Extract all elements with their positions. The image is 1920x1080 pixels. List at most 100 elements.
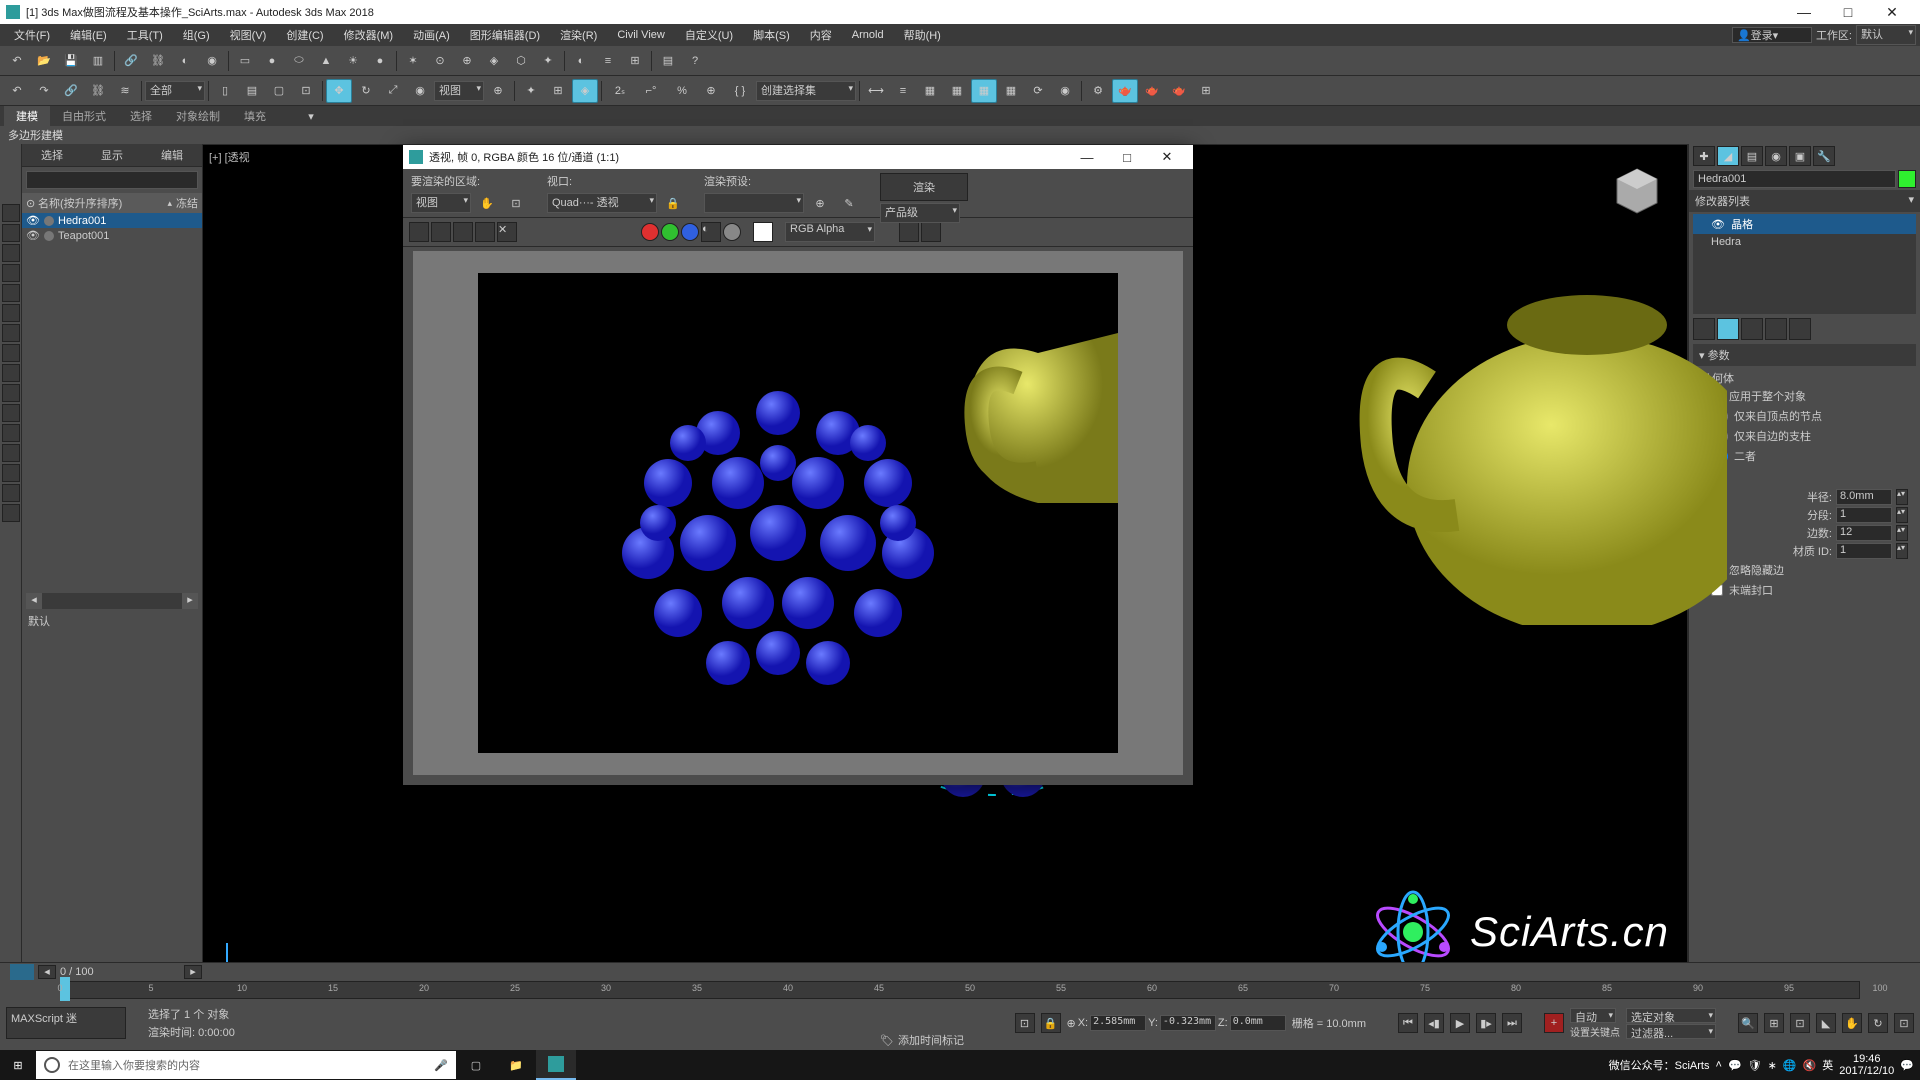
se-display4-icon[interactable] xyxy=(2,404,20,422)
se-filter-helper-icon[interactable] xyxy=(2,284,20,302)
menu-content[interactable]: 内容 xyxy=(800,25,842,45)
render-close-button[interactable]: ✕ xyxy=(1147,149,1187,165)
snap4-icon[interactable]: ◈ xyxy=(481,49,507,73)
autokey-button[interactable]: 自动 xyxy=(1570,1008,1616,1023)
se-filter-light-icon[interactable] xyxy=(2,244,20,262)
modify-tab-icon[interactable]: ◢ xyxy=(1717,146,1739,166)
tray-security-icon[interactable]: 🛡 xyxy=(1748,1059,1762,1072)
tray-bluetooth-icon[interactable]: ∗ xyxy=(1768,1059,1777,1072)
timeline-ruler[interactable]: 0510152025303540455055606570758085909510… xyxy=(10,981,1910,1003)
spinner-icon[interactable]: ▴▾ xyxy=(1896,543,1908,559)
render-preset-b-icon[interactable]: ✎ xyxy=(836,191,862,215)
taskbar-3dsmax-icon[interactable] xyxy=(536,1050,576,1080)
align-icon[interactable]: ≡ xyxy=(595,49,621,73)
overlay-a-icon[interactable] xyxy=(899,222,919,242)
se-display2-icon[interactable] xyxy=(2,364,20,382)
coord-swap-icon[interactable]: ⊕ xyxy=(1067,1017,1076,1030)
snap2-icon[interactable]: ⊙ xyxy=(427,49,453,73)
unlink2-icon[interactable]: ⛓ xyxy=(85,79,111,103)
redo-icon[interactable]: ↷ xyxy=(31,79,57,103)
next-frame-button[interactable]: ▸ xyxy=(184,965,202,979)
select-rect-icon[interactable]: ▢ xyxy=(266,79,292,103)
create-cone-icon[interactable]: ▲ xyxy=(313,49,339,73)
prev-frame-button[interactable]: ◂ xyxy=(38,965,56,979)
se-sort-icon[interactable] xyxy=(2,424,20,442)
undo-icon[interactable]: ↶ xyxy=(4,79,30,103)
x-input[interactable]: 2.585mm xyxy=(1090,1015,1146,1031)
render-canvas[interactable] xyxy=(413,251,1183,775)
keymode-icon[interactable]: ⊞ xyxy=(545,79,571,103)
se-tab-select[interactable]: 选择 xyxy=(22,144,82,166)
object-name-input[interactable]: Hedra001 xyxy=(1693,170,1896,188)
mirror2-icon[interactable]: ⟷ xyxy=(863,79,889,103)
render-preset-a-icon[interactable]: ⊕ xyxy=(807,191,833,215)
render-preset-select[interactable] xyxy=(704,193,804,213)
se-sort3-icon[interactable] xyxy=(2,464,20,482)
unlink-icon[interactable]: ⛓ xyxy=(145,49,171,73)
save-image-icon[interactable] xyxy=(409,222,429,242)
print-icon[interactable] xyxy=(475,222,495,242)
menu-file[interactable]: 文件(F) xyxy=(4,25,60,45)
channel-r-icon[interactable] xyxy=(641,223,659,241)
new-scene-icon[interactable]: ↶ xyxy=(4,49,30,73)
maximize-button[interactable]: □ xyxy=(1826,4,1870,20)
render-area-select[interactable]: 视图 xyxy=(411,193,471,213)
create-light2-icon[interactable]: ● xyxy=(367,49,393,73)
curve-ed-icon[interactable]: ▦ xyxy=(971,79,997,103)
render-activeshade-icon[interactable]: ⊞ xyxy=(1193,79,1219,103)
overlay-b-icon[interactable] xyxy=(921,222,941,242)
move-icon[interactable]: ✥ xyxy=(326,79,352,103)
mic-icon[interactable]: 🎤 xyxy=(434,1059,448,1072)
viewport-label[interactable]: [+] [透视 xyxy=(209,149,250,165)
cortana-search[interactable]: 在这里输入你要搜索的内容 🎤 xyxy=(36,1051,456,1079)
keyfilter-select[interactable]: 选定对象 xyxy=(1626,1008,1716,1023)
apply-whole-checkbox[interactable]: 应用于整个对象 xyxy=(1701,386,1908,406)
tray-ime[interactable]: 英 xyxy=(1822,1057,1833,1073)
workspace-select[interactable]: 默认 xyxy=(1856,25,1916,45)
manip-icon[interactable]: ✦ xyxy=(518,79,544,103)
close-button[interactable]: ✕ xyxy=(1870,4,1914,21)
menu-rendering[interactable]: 渲染(R) xyxy=(550,25,607,45)
snap6-icon[interactable]: ✦ xyxy=(535,49,561,73)
array-icon[interactable]: ⊞ xyxy=(622,49,648,73)
render-viewport-select[interactable]: Quad···- 透视 xyxy=(547,193,657,213)
rotate-icon[interactable]: ↻ xyxy=(353,79,379,103)
tray-clock[interactable]: 19:462017/12/10 xyxy=(1839,1053,1894,1077)
zoom-ext-icon[interactable]: ⊡ xyxy=(1790,1013,1810,1033)
se-filter-camera-icon[interactable] xyxy=(2,264,20,282)
menu-arnold[interactable]: Arnold xyxy=(842,27,894,43)
start-button[interactable]: ⊞ xyxy=(0,1050,36,1080)
remove-mod-icon[interactable] xyxy=(1765,318,1787,340)
explorer-icon[interactable]: 📁 xyxy=(496,1050,536,1080)
spinner-snap-icon[interactable]: % xyxy=(667,79,697,103)
se-item-hedra[interactable]: 👁 Hedra001 xyxy=(22,213,202,228)
next-key-icon[interactable]: ▮▸ xyxy=(1476,1013,1496,1033)
lock-selection-icon[interactable]: 🔒 xyxy=(1041,1013,1061,1033)
graph-icon[interactable]: ⟳ xyxy=(1025,79,1051,103)
sides-input[interactable]: 12 xyxy=(1836,525,1892,541)
unique-icon[interactable] xyxy=(1741,318,1763,340)
se-sort5-icon[interactable] xyxy=(2,504,20,522)
named-selset[interactable]: 创建选择集 xyxy=(756,81,856,101)
menu-help[interactable]: 帮助(H) xyxy=(894,25,951,45)
matid-input[interactable]: 1 xyxy=(1836,543,1892,559)
menu-civilview[interactable]: Civil View xyxy=(607,27,674,43)
render-prod-select[interactable]: 产品级 xyxy=(880,203,960,223)
menu-grapheditors[interactable]: 图形编辑器(D) xyxy=(460,25,550,45)
ribbon-objpaint[interactable]: 对象绘制 xyxy=(164,106,232,126)
visibility-icon[interactable]: 👁 xyxy=(26,214,40,227)
ribbon-freeform[interactable]: 自由形式 xyxy=(50,106,118,126)
addtag-label[interactable]: 添加时间标记 xyxy=(898,1032,964,1048)
project-icon[interactable]: ▥ xyxy=(85,49,111,73)
percent-snap-icon[interactable]: ⌐° xyxy=(636,79,666,103)
angle-snap-icon[interactable]: 2ₛ xyxy=(605,79,635,103)
pivot-icon[interactable]: ⊕ xyxy=(485,79,511,103)
render-maximize-button[interactable]: □ xyxy=(1107,150,1147,165)
ribbon-modeling[interactable]: 建模 xyxy=(4,106,50,126)
render-minimize-button[interactable]: — xyxy=(1067,150,1107,165)
menu-maxscript[interactable]: 脚本(S) xyxy=(743,25,800,45)
minimize-button[interactable]: — xyxy=(1782,4,1826,20)
menu-views[interactable]: 视图(V) xyxy=(220,25,277,45)
layers-icon[interactable]: ▦ xyxy=(917,79,943,103)
channel-select[interactable]: RGB Alpha xyxy=(785,222,875,242)
